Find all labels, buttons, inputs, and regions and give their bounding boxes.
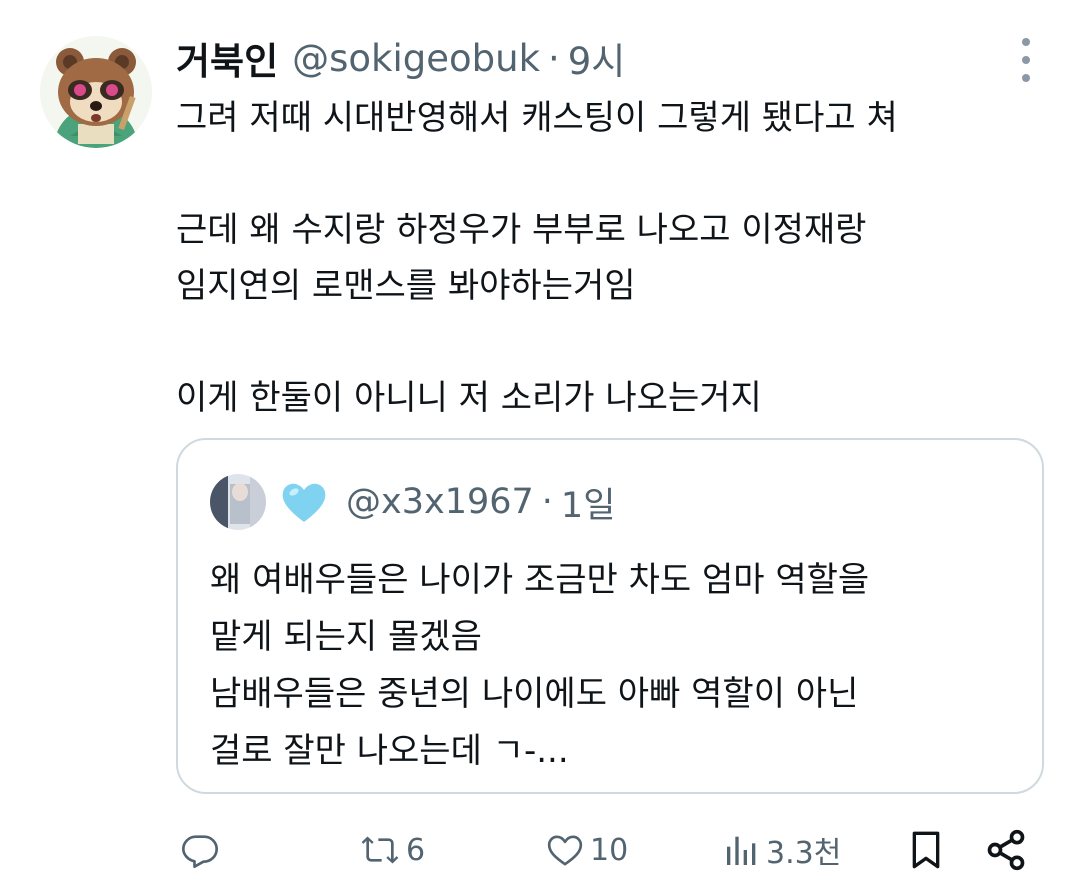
tweet-text-line: 근데 왜 수지랑 하정우가 부부로 나오고 이정재랑: [176, 210, 867, 250]
like-button[interactable]: 10: [544, 820, 628, 880]
avatar-image: [40, 36, 152, 148]
more-dot: [1022, 74, 1030, 82]
separator-dot: ·: [541, 482, 553, 522]
separator-dot: ·: [548, 36, 560, 80]
more-options-icon[interactable]: [1014, 38, 1038, 82]
reply-icon: [182, 835, 219, 868]
timestamp[interactable]: 9시: [568, 31, 626, 85]
quoted-tweet[interactable]: @x3x1967 · 1일 왜 여배우들은 나이가 조금만 차도 엄마 역할을 …: [176, 438, 1044, 794]
action-bar: 6 10 3.3천: [176, 820, 1044, 880]
quoted-text-line: 왜 여배우들은 나이가 조금만 차도 엄마 역할을: [210, 560, 870, 600]
like-icon: [547, 835, 583, 866]
views-icon: [727, 836, 756, 865]
quoted-avatar-image: [210, 474, 266, 530]
quoted-user-handle[interactable]: @x3x1967: [346, 482, 534, 522]
tweet-header: 거북인 @sokigeobuk · 9시: [176, 30, 625, 86]
quoted-text-line: 남배우들은 중년의 나이에도 아빠 역할이 아닌: [210, 674, 859, 714]
quoted-text-line: 맡게 되는지 몰겠음: [210, 617, 482, 657]
display-name[interactable]: 거북인: [176, 31, 278, 85]
bookmark-icon: [912, 831, 940, 869]
quoted-text-line: 걸로 잘만 나오는데 ㄱ-...: [210, 731, 569, 771]
user-handle[interactable]: @sokigeobuk: [292, 37, 540, 80]
quoted-tweet-text: 왜 여배우들은 나이가 조금만 차도 엄마 역할을 맡게 되는지 몰겠음 남배우…: [210, 552, 1030, 780]
tweet-text-line: 그려 저때 시대반영해서 캐스팅이 그렇게 됐다고 쳐: [176, 98, 898, 138]
quoted-avatar[interactable]: [210, 474, 266, 530]
retweet-icon: [361, 836, 399, 864]
tweet-text-line: 이게 한둘이 아니니 저 소리가 나오는거지: [176, 378, 762, 418]
views-count: 3.3천: [766, 836, 842, 871]
more-dot: [1022, 56, 1030, 64]
quoted-timestamp[interactable]: 1일: [561, 477, 615, 528]
tweet-text: 그려 저때 시대반영해서 캐스팅이 그렇게 됐다고 쳐 근데 왜 수지랑 하정우…: [176, 90, 1036, 426]
reply-button[interactable]: [180, 820, 220, 880]
retweet-button[interactable]: 6: [358, 820, 425, 880]
bookmark-button[interactable]: [906, 820, 946, 880]
tweet-text-line: 임지연의 로맨스를 봐야하는거임: [176, 266, 636, 306]
share-icon: [987, 829, 1025, 871]
share-button[interactable]: [984, 820, 1028, 880]
light-blue-heart-icon: [282, 483, 326, 522]
more-dot: [1022, 38, 1030, 46]
quoted-tweet-header: @x3x1967 · 1일: [210, 474, 615, 530]
views-button[interactable]: 3.3천: [722, 820, 841, 880]
like-count: 10: [590, 832, 629, 868]
retweet-count: 6: [406, 832, 426, 868]
avatar[interactable]: [40, 36, 152, 148]
